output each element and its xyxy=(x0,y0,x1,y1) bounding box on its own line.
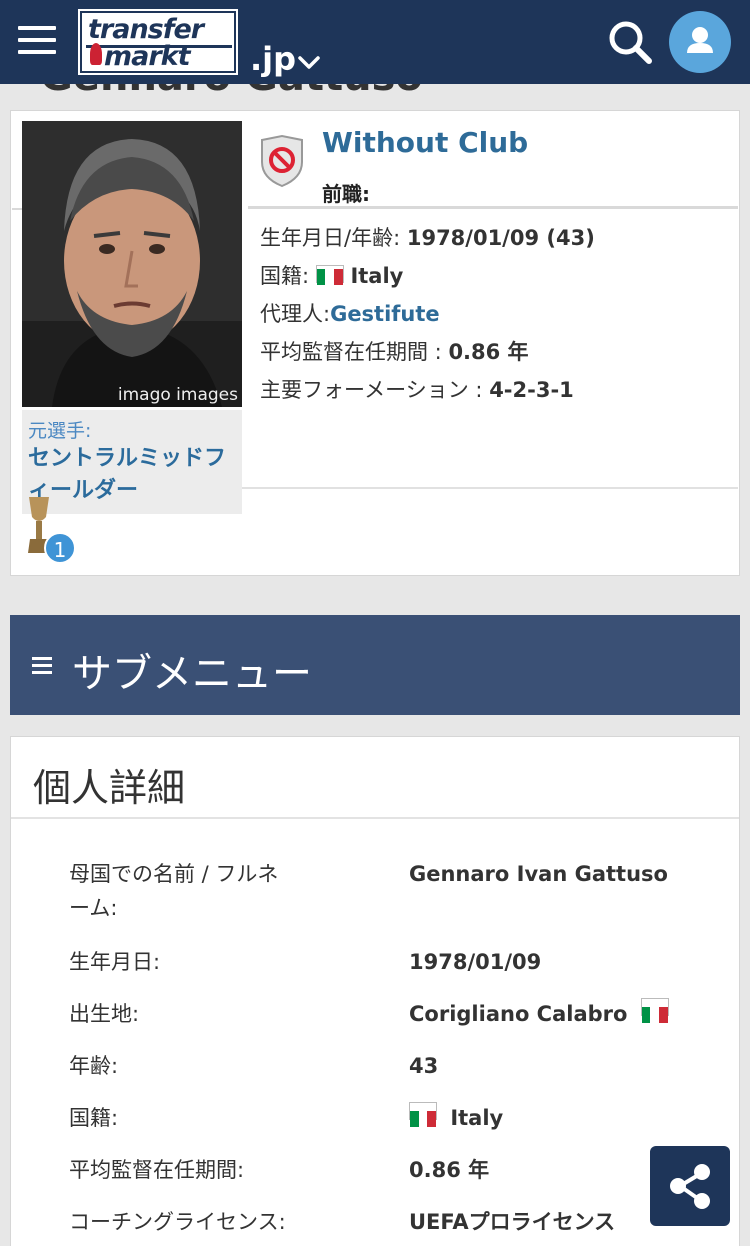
coach-photo: imago images xyxy=(22,121,242,407)
detail-value-birthdate[interactable]: 1978/01/09 xyxy=(409,945,541,979)
birthplace-text: Corigliano Calabro xyxy=(409,1002,628,1026)
domain-selector[interactable]: .jp xyxy=(250,40,296,78)
position-box: 元選手: セントラルミッドフィールダー xyxy=(22,410,242,514)
share-icon xyxy=(670,1164,710,1209)
agent-label: 代理人: xyxy=(260,302,331,326)
nationality-row: 国籍: Italy xyxy=(260,260,403,290)
divider xyxy=(248,206,738,209)
agent-link[interactable]: Gestifute xyxy=(330,302,440,326)
share-button[interactable] xyxy=(650,1146,730,1226)
user-icon xyxy=(687,27,713,53)
club-name-link[interactable]: Without Club xyxy=(322,126,528,159)
trophy-count-badge: 1 xyxy=(44,532,76,564)
position-label: 元選手: xyxy=(28,420,92,442)
italy-flag-icon xyxy=(315,265,344,285)
detail-label-license: コーチングライセンス: xyxy=(69,1210,286,1234)
logo-text-line2: markt xyxy=(104,41,191,72)
italy-flag-icon xyxy=(640,998,669,1023)
no-club-shield-icon xyxy=(261,134,303,188)
nationality-value: Italy xyxy=(350,264,404,288)
detail-label-tenure: 平均監督在任期間: xyxy=(69,1158,245,1182)
birth-info-row: 生年月日/年齢: 1978/01/09 (43) xyxy=(260,222,595,252)
formation-label: 主要フォーメーション : xyxy=(260,378,483,402)
formation-value: 4-2-3-1 xyxy=(489,378,574,402)
detail-label-full-name: 母国での名前 / フルネーム: xyxy=(69,862,279,920)
personal-details-section: 個人詳細 母国での名前 / フルネーム: Gennaro Ivan Gattus… xyxy=(10,736,740,1246)
detail-label-nationality: 国籍: xyxy=(69,1106,119,1130)
divider xyxy=(12,208,22,210)
detail-value-birthplace: Corigliano Calabro xyxy=(409,997,669,1031)
nationality-label: 国籍: xyxy=(260,264,310,288)
position-value[interactable]: セントラルミッドフィールダー xyxy=(28,443,236,507)
chevron-down-icon[interactable] xyxy=(298,52,320,74)
tenure-value: 0.86 年 xyxy=(448,340,529,364)
detail-value-full-name: Gennaro Ivan Gattuso xyxy=(409,862,668,886)
detail-value-nationality: Italy xyxy=(409,1101,503,1135)
divider xyxy=(242,487,738,489)
birth-label: 生年月日/年齢: xyxy=(260,226,401,250)
agent-row: 代理人:Gestifute xyxy=(260,298,440,328)
tenure-row: 平均監督在任期間 : 0.86 年 xyxy=(260,336,529,366)
detail-label-birthplace: 出生地: xyxy=(69,1002,140,1026)
user-account-button[interactable] xyxy=(669,11,731,73)
formation-row: 主要フォーメーション : 4-2-3-1 xyxy=(260,374,574,404)
list-menu-icon xyxy=(32,657,52,674)
italy-flag-icon xyxy=(409,1102,437,1127)
detail-value-tenure: 0.86 年 xyxy=(409,1158,490,1182)
detail-label-age: 年齢: xyxy=(69,1054,119,1078)
section-title: 個人詳細 xyxy=(33,766,186,810)
search-icon[interactable] xyxy=(606,18,654,66)
submenu-label: サブメニュー xyxy=(72,651,312,697)
hamburger-menu-icon[interactable] xyxy=(18,26,56,56)
nationality-text[interactable]: Italy xyxy=(450,1106,503,1130)
transfermarkt-logo[interactable]: transfer markt xyxy=(78,9,238,75)
submenu-bar[interactable]: サブメニュー xyxy=(10,615,740,715)
birth-value: 1978/01/09 (43) xyxy=(406,226,595,250)
detail-value-age: 43 xyxy=(409,1054,439,1078)
previous-job-label: 前職: xyxy=(322,182,370,206)
detail-label-birthdate: 生年月日: xyxy=(69,950,161,974)
divider xyxy=(11,817,739,819)
portrait-image xyxy=(22,121,242,407)
photo-credit: imago images xyxy=(117,385,238,405)
top-navigation-bar: transfer markt .jp xyxy=(0,0,750,84)
detail-value-license: UEFAプロライセンス xyxy=(409,1210,616,1234)
tenure-label: 平均監督在任期間 : xyxy=(260,340,442,364)
